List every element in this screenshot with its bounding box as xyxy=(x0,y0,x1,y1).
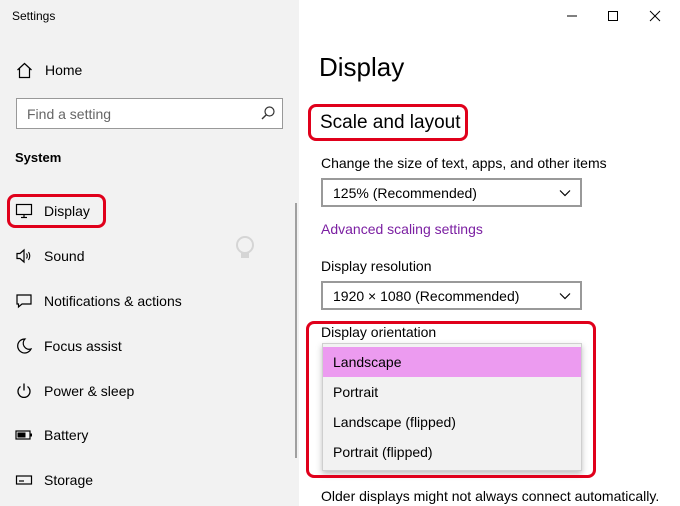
sidebar-item-label: Focus assist xyxy=(44,338,122,354)
app-title: Settings xyxy=(12,9,56,23)
message-icon xyxy=(14,291,34,311)
home-label: Home xyxy=(45,62,83,78)
sidebar-item-display[interactable]: Display xyxy=(0,193,299,229)
advanced-scaling-link[interactable]: Advanced scaling settings xyxy=(321,221,483,237)
sidebar-scrollbar[interactable] xyxy=(295,203,297,458)
monitor-icon xyxy=(14,201,34,221)
search-box[interactable] xyxy=(16,98,283,129)
speaker-icon xyxy=(14,246,34,266)
orientation-option-portrait-flipped[interactable]: Portrait (flipped) xyxy=(323,437,581,467)
sidebar-item-label: Battery xyxy=(44,427,89,443)
minimize-button[interactable] xyxy=(560,4,584,28)
sidebar: Settings Home System Display Sound Notif… xyxy=(0,0,299,506)
resolution-label: Display resolution xyxy=(321,258,432,274)
scale-dropdown[interactable]: 125% (Recommended) xyxy=(321,178,582,207)
sidebar-item-focus-assist[interactable]: Focus assist xyxy=(0,328,299,364)
orientation-label: Display orientation xyxy=(321,324,437,340)
storage-icon xyxy=(14,470,34,490)
sidebar-item-label: Storage xyxy=(44,472,94,488)
sidebar-item-notifications[interactable]: Notifications & actions xyxy=(0,283,299,319)
scale-dropdown-value: 125% (Recommended) xyxy=(333,184,477,201)
section-label-system: System xyxy=(15,150,62,165)
orientation-dropdown-list: Landscape Portrait Landscape (flipped) P… xyxy=(322,343,582,471)
sidebar-item-sound[interactable]: Sound xyxy=(0,238,299,274)
maximize-button[interactable] xyxy=(601,4,625,28)
close-icon xyxy=(649,10,661,22)
sidebar-item-label: Notifications & actions xyxy=(44,293,182,309)
scale-label: Change the size of text, apps, and other… xyxy=(321,155,607,171)
search-icon[interactable] xyxy=(260,105,276,121)
home-icon xyxy=(14,60,34,80)
close-button[interactable] xyxy=(643,4,667,28)
chevron-down-icon xyxy=(559,293,571,300)
home-button[interactable]: Home xyxy=(14,58,82,82)
orientation-option-portrait[interactable]: Portrait xyxy=(323,377,581,407)
sidebar-item-label: Display xyxy=(44,203,90,219)
section-heading: Scale and layout xyxy=(320,112,461,133)
power-icon xyxy=(14,381,34,401)
resolution-dropdown-value: 1920 × 1080 (Recommended) xyxy=(333,287,520,304)
battery-icon xyxy=(14,425,34,445)
moon-icon xyxy=(14,336,34,356)
sidebar-item-label: Power & sleep xyxy=(44,383,135,399)
sidebar-item-power-sleep[interactable]: Power & sleep xyxy=(0,373,299,409)
page-title: Display xyxy=(319,52,405,82)
sidebar-item-label: Sound xyxy=(44,248,85,264)
maximize-icon xyxy=(608,11,618,21)
sidebar-item-storage[interactable]: Storage xyxy=(0,462,299,498)
resolution-dropdown[interactable]: 1920 × 1080 (Recommended) xyxy=(321,281,582,310)
search-input[interactable] xyxy=(17,99,257,128)
orientation-option-landscape[interactable]: Landscape xyxy=(323,347,581,377)
chevron-down-icon xyxy=(559,190,571,197)
minimize-icon xyxy=(567,15,577,17)
orientation-option-landscape-flipped[interactable]: Landscape (flipped) xyxy=(323,407,581,437)
footer-note: Older displays might not always connect … xyxy=(321,488,660,504)
sidebar-item-battery[interactable]: Battery xyxy=(0,417,299,453)
